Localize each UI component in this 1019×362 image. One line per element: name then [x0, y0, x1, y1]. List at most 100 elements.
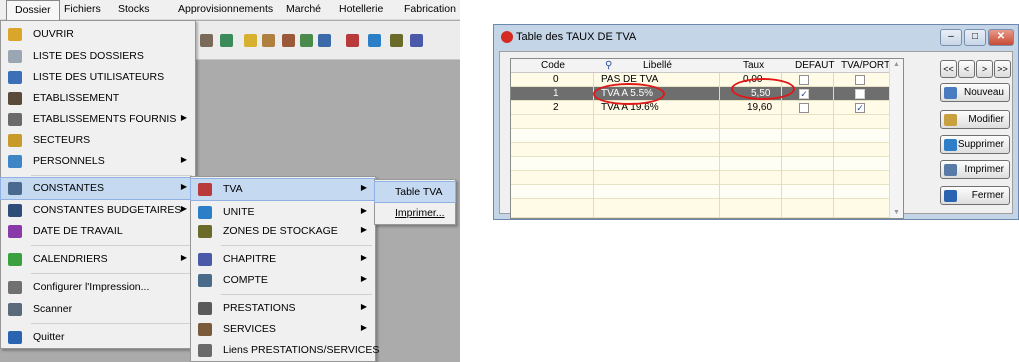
menu-item-etablissements-fournis[interactable]: ETABLISSEMENTS FOURNIS ▶: [1, 109, 195, 130]
unit-icon: [198, 206, 212, 219]
tva-table: Code ⚲ Libellé Taux DEFAUT TVA/PORT 0 PA…: [510, 58, 904, 219]
menu-item-prestations[interactable]: PRESTATIONS ▶: [191, 298, 375, 319]
column-header-defaut[interactable]: DEFAUT: [795, 60, 834, 71]
column-header-tva-port[interactable]: TVA/PORT: [841, 60, 890, 71]
tva-port-checkbox[interactable]: [855, 75, 865, 85]
defaut-checkbox[interactable]: [799, 103, 809, 113]
menu-item-liste-dossiers[interactable]: LISTE DES DOSSIERS: [1, 46, 195, 67]
toolbar-people-icon[interactable]: [282, 34, 295, 47]
menu-separator: [221, 294, 372, 295]
previous-record-button[interactable]: <: [958, 60, 975, 78]
submenu-arrow-icon: ▶: [180, 182, 187, 191]
storage-icon: [198, 225, 212, 238]
printer-setup-icon: [8, 281, 22, 294]
supprimer-button[interactable]: Supprimer: [940, 135, 1010, 154]
maximize-button[interactable]: □: [964, 29, 986, 46]
submenu-arrow-icon: ▶: [180, 113, 187, 122]
fermer-button[interactable]: Fermer: [940, 186, 1010, 205]
imprimer-button[interactable]: Imprimer: [940, 160, 1010, 179]
menu-item-calendriers[interactable]: CALENDRIERS ▶: [1, 249, 195, 270]
first-record-button[interactable]: <<: [940, 60, 957, 78]
person-icon: [8, 155, 22, 168]
tva-icon: [198, 183, 212, 196]
menu-item-table-tva[interactable]: Table TVA: [374, 181, 456, 203]
tva-port-checkbox[interactable]: ✓: [855, 103, 865, 113]
menu-item-scanner[interactable]: Scanner: [1, 299, 195, 320]
menu-approvisionnements[interactable]: Approvisionnements: [178, 3, 273, 15]
folder-open-icon: [8, 28, 22, 41]
menu-stocks[interactable]: Stocks: [118, 3, 150, 15]
toolbar-tool-icon[interactable]: [200, 34, 213, 47]
submenu-arrow-icon: ▶: [360, 225, 367, 234]
toolbar-chapter-icon[interactable]: [410, 34, 423, 47]
menu-marche[interactable]: Marché: [286, 3, 321, 15]
column-header-taux[interactable]: Taux: [743, 60, 764, 71]
users-icon: [8, 71, 22, 84]
toolbar-tva-icon[interactable]: [346, 34, 359, 47]
print-icon: [944, 164, 957, 176]
menu-separator: [31, 245, 192, 246]
submenu-arrow-icon: ▶: [360, 253, 367, 262]
next-record-button[interactable]: >: [976, 60, 993, 78]
menu-fabrication[interactable]: Fabrication: [404, 3, 456, 15]
menu-dossier[interactable]: Dossier: [6, 0, 60, 20]
toolbar-storage-icon[interactable]: [390, 34, 403, 47]
menu-item-zones-stockage[interactable]: ZONES DE STOCKAGE ▶: [191, 221, 375, 242]
menu-item-configurer-impression[interactable]: Configurer l'Impression...: [1, 277, 195, 298]
toolbar-food-icon[interactable]: [244, 34, 257, 47]
close-button[interactable]: ✕: [988, 29, 1014, 46]
menu-item-unite[interactable]: UNITE ▶: [191, 202, 375, 223]
chapter-icon: [198, 253, 212, 266]
toolbar-bottle-icon[interactable]: [262, 34, 275, 47]
scroll-down-icon[interactable]: ▼: [893, 209, 900, 216]
submenu-arrow-icon: ▶: [180, 204, 187, 213]
search-icon[interactable]: ⚲: [605, 60, 612, 71]
menu-item-imprimer[interactable]: Imprimer...: [375, 203, 455, 223]
column-divider: [719, 73, 720, 218]
toolbar-plant-icon[interactable]: [300, 34, 313, 47]
menu-fichiers[interactable]: Fichiers: [64, 3, 101, 15]
nouveau-button[interactable]: Nouveau: [940, 83, 1010, 102]
menu-hotellerie[interactable]: Hotellerie: [339, 3, 383, 15]
toolbar-chart-icon[interactable]: [318, 34, 331, 47]
tva-port-checkbox[interactable]: [855, 89, 865, 99]
budget-icon: [8, 204, 22, 217]
tva-submenu: Table TVA Imprimer...: [374, 179, 456, 225]
menu-item-personnels[interactable]: PERSONNELS ▶: [1, 151, 195, 172]
modifier-button[interactable]: Modifier: [940, 110, 1010, 129]
submenu-arrow-icon: ▶: [360, 323, 367, 332]
delete-icon: [944, 139, 957, 151]
application-window: Dossier Fichiers Stocks Approvisionnemen…: [0, 0, 460, 362]
vertical-scrollbar[interactable]: ▲ ▼: [889, 59, 903, 218]
menu-item-etablissement[interactable]: ETABLISSEMENT: [1, 88, 195, 109]
dialog-title-bar[interactable]: Table des TAUX DE TVA – □ ✕: [494, 25, 1018, 51]
menu-item-date-travail[interactable]: DATE DE TRAVAIL: [1, 221, 195, 242]
menu-item-services[interactable]: SERVICES ▶: [191, 319, 375, 340]
submenu-arrow-icon: ▶: [180, 155, 187, 164]
defaut-checkbox[interactable]: ✓: [799, 89, 809, 99]
menu-bar: Dossier Fichiers Stocks Approvisionnemen…: [0, 0, 460, 20]
column-header-code[interactable]: Code: [541, 60, 565, 71]
toolbar-unit-icon[interactable]: [368, 34, 381, 47]
menu-item-liens-prestations-services[interactable]: Liens PRESTATIONS/SERVICES: [191, 340, 379, 361]
menu-item-tva[interactable]: TVA ▶: [190, 178, 376, 201]
submenu-arrow-icon: ▶: [360, 183, 367, 192]
menu-item-secteurs[interactable]: SECTEURS: [1, 130, 195, 151]
defaut-checkbox[interactable]: [799, 75, 809, 85]
submenu-arrow-icon: ▶: [360, 302, 367, 311]
minimize-button[interactable]: –: [940, 29, 962, 46]
last-record-button[interactable]: >>: [994, 60, 1011, 78]
menu-item-chapitre[interactable]: CHAPITRE ▶: [191, 249, 375, 270]
scroll-up-icon[interactable]: ▲: [893, 61, 900, 68]
menu-item-constantes-budgetaires[interactable]: CONSTANTES BUDGETAIRES ▶: [1, 200, 195, 221]
column-header-libelle[interactable]: Libellé: [643, 60, 672, 71]
menu-item-compte[interactable]: COMPTE ▶: [191, 270, 375, 291]
menu-item-constantes[interactable]: CONSTANTES ▶: [0, 177, 196, 200]
toolbar-doc-icon[interactable]: [220, 34, 233, 47]
constants-icon: [8, 182, 22, 195]
list-icon: [8, 50, 22, 63]
building-icon: [8, 92, 22, 105]
menu-item-quitter[interactable]: Quitter: [1, 327, 195, 348]
menu-item-liste-utilisateurs[interactable]: LISTE DES UTILISATEURS: [1, 67, 195, 88]
menu-item-ouvrir[interactable]: OUVRIR: [1, 24, 195, 45]
